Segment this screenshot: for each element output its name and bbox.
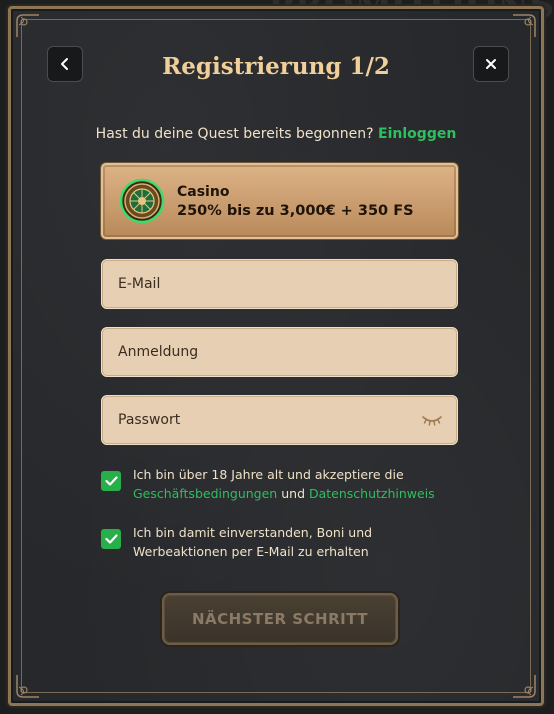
marketing-consent-label: Ich bin damit einverstanden, Boni und We… bbox=[133, 525, 373, 559]
promo-title: Casino bbox=[177, 183, 230, 200]
promo-text: Casino 250% bis zu 3,000€ + 350 FS bbox=[177, 184, 414, 219]
checkmark-icon bbox=[104, 534, 118, 544]
age-consent-checkbox[interactable] bbox=[101, 471, 121, 491]
age-consent-text: Ich bin über 18 Jahre alt und akzeptiere… bbox=[133, 465, 453, 503]
email-field[interactable] bbox=[116, 275, 443, 293]
close-icon bbox=[486, 59, 496, 69]
registration-modal: Registrierung 1/2 Hast du deine Quest be… bbox=[8, 6, 544, 706]
promo-offer: 250% bis zu 3,000€ + 350 FS bbox=[177, 202, 414, 219]
email-field-wrapper bbox=[101, 259, 458, 309]
age-consent-label: Ich bin über 18 Jahre alt und akzeptiere… bbox=[133, 467, 404, 482]
corner-ornament-icon bbox=[15, 673, 41, 699]
login-link[interactable]: Einloggen bbox=[378, 126, 456, 142]
login-prompt: Hast du deine Quest bereits begonnen? Ei… bbox=[11, 126, 541, 142]
next-step-button[interactable]: NÄCHSTER SCHRITT bbox=[162, 593, 398, 645]
age-consent-row: Ich bin über 18 Jahre alt und akzeptiere… bbox=[101, 465, 453, 503]
username-field-wrapper bbox=[101, 327, 458, 377]
marketing-consent-checkbox[interactable] bbox=[101, 529, 121, 549]
page-title: Registrierung 1/2 bbox=[162, 53, 390, 80]
corner-ornament-icon bbox=[511, 13, 537, 39]
roulette-wheel-icon bbox=[119, 178, 165, 224]
terms-link[interactable]: Geschäftsbedingungen bbox=[133, 486, 277, 501]
consent-connector: und bbox=[281, 486, 305, 501]
password-field-wrapper bbox=[101, 395, 458, 445]
checkmark-icon bbox=[104, 476, 118, 486]
corner-ornament-icon bbox=[15, 13, 41, 39]
username-field[interactable] bbox=[116, 343, 443, 361]
corner-ornament-icon bbox=[511, 673, 537, 699]
close-button[interactable] bbox=[473, 46, 509, 82]
privacy-link[interactable]: Datenschutzhinweis bbox=[309, 486, 435, 501]
password-field[interactable] bbox=[116, 411, 421, 429]
eye-closed-icon[interactable] bbox=[421, 413, 443, 427]
casino-bonus-card[interactable]: Casino 250% bis zu 3,000€ + 350 FS bbox=[101, 163, 458, 239]
login-question: Hast du deine Quest bereits begonnen? bbox=[95, 126, 374, 142]
marketing-consent-row: Ich bin damit einverstanden, Boni und We… bbox=[101, 523, 453, 561]
